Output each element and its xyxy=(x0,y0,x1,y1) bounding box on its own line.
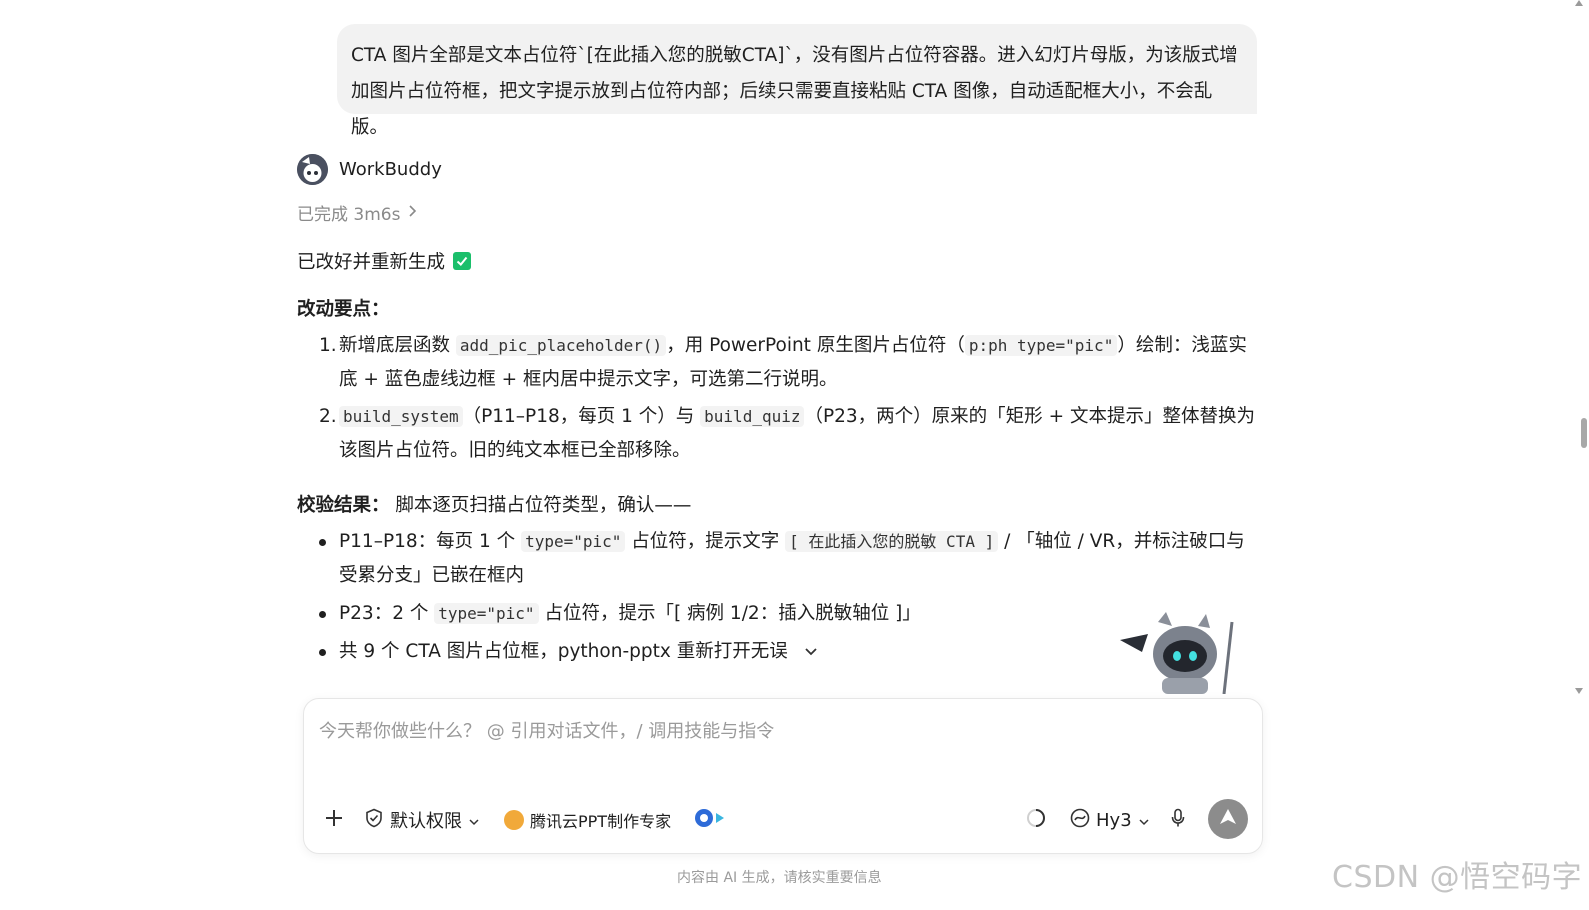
shield-check-icon xyxy=(364,808,384,833)
send-arrow-icon xyxy=(1218,807,1238,832)
agent-icon xyxy=(694,807,728,834)
list-item: P23：2 个 type="pic" 占位符，提示「[ 病例 1/2：插入脱敏轴… xyxy=(319,597,1259,631)
expert-avatar-icon xyxy=(504,810,524,830)
mascot-image xyxy=(1120,612,1245,695)
ai-disclaimer: 内容由 AI 生成，请核实重要信息 xyxy=(677,870,882,886)
text-span: （P11–P18，每页 1 个）与 xyxy=(462,406,701,427)
chevron-right-icon xyxy=(408,203,418,223)
list-item: 2. build_system （P11–P18，每页 1 个）与 build_q… xyxy=(319,400,1259,468)
list-number: 2. xyxy=(319,406,337,427)
agent-button[interactable] xyxy=(694,799,728,841)
composer-toolbar: 默认权限 腾讯云PPT制作专家 Hy3 xyxy=(304,799,1262,841)
text-span: P11–P18：每页 1 个 xyxy=(339,531,522,552)
permission-label: 默认权限 xyxy=(390,811,462,832)
user-message-text: CTA 图片全部是文本占位符`[在此插入您的脱敏CTA]`，没有图片占位符容器。… xyxy=(351,45,1238,138)
list-number: 1. xyxy=(319,335,337,356)
list-item: P11–P18：每页 1 个 type="pic" 占位符，提示文字 [ 在此插… xyxy=(319,525,1259,593)
bullet-icon xyxy=(319,597,339,631)
done-text: 已改好并重新生成 xyxy=(297,252,446,273)
scroll-up-arrow[interactable] xyxy=(1575,0,1583,6)
verify-intro: 脚本逐页扫描占位符类型，确认—— xyxy=(395,495,692,516)
assistant-avatar xyxy=(297,154,328,185)
inline-code: build_quiz xyxy=(700,406,805,427)
watermark: CSDN @悟空码字 xyxy=(1332,860,1583,895)
changes-list: 1. 新增底层函数 add_pic_placeholder() ，用 PowerP… xyxy=(319,329,1259,471)
add-attachment-button[interactable] xyxy=(324,799,344,841)
verify-list: P11–P18：每页 1 个 type="pic" 占位符，提示文字 [ 在此插… xyxy=(319,525,1259,673)
assistant-name: WorkBuddy xyxy=(339,159,442,180)
inline-code: p:ph type="pic" xyxy=(964,335,1118,356)
inline-code: add_pic_placeholder() xyxy=(455,335,667,356)
expert-label: 腾讯云PPT制作专家 xyxy=(530,812,672,831)
ppt-expert-button[interactable]: 腾讯云PPT制作专家 xyxy=(504,799,671,841)
permission-dropdown[interactable]: 默认权限 xyxy=(364,799,480,841)
inline-code: build_system xyxy=(339,406,463,427)
microphone-icon xyxy=(1170,808,1186,833)
send-button[interactable] xyxy=(1208,799,1248,839)
voice-input-button[interactable] xyxy=(1170,799,1186,841)
scrollbar-thumb[interactable] xyxy=(1581,418,1587,448)
task-status-toggle[interactable]: 已完成 3m6s xyxy=(297,200,418,225)
changes-heading: 改动要点： xyxy=(297,299,390,320)
chevron-down-icon xyxy=(1138,810,1150,831)
text-span: 占位符，提示「[ 病例 1/2：插入脱敏轴位 ]」 xyxy=(538,603,921,624)
done-message: 已改好并重新生成 xyxy=(297,246,1257,276)
verify-heading: 校验结果： xyxy=(297,495,390,516)
inline-code: type="pic" xyxy=(434,603,539,624)
plus-icon xyxy=(324,805,344,835)
model-logo-icon xyxy=(1070,808,1090,833)
list-item: 1. 新增底层函数 add_pic_placeholder() ，用 PowerP… xyxy=(319,329,1259,397)
text-span: ，用 PowerPoint 原生图片占位符（ xyxy=(666,335,965,356)
model-label: Hy3 xyxy=(1096,809,1132,831)
text-span: P23：2 个 xyxy=(339,603,435,624)
chevron-down-icon[interactable] xyxy=(804,635,818,669)
inline-code: [ 在此插入您的脱敏 CTA ] xyxy=(785,531,999,552)
message-composer[interactable]: 今天帮你做些什么？ @ 引用对话文件，/ 调用技能与指令 默认权限 腾讯云PPT… xyxy=(303,698,1263,854)
loading-indicator xyxy=(1025,799,1047,841)
assistant-header: WorkBuddy xyxy=(297,154,442,185)
user-message-bubble: CTA 图片全部是文本占位符`[在此插入您的脱敏CTA]`，没有图片占位符容器。… xyxy=(337,24,1257,138)
text-span: 占位符，提示文字 xyxy=(625,531,786,552)
chevron-down-icon xyxy=(468,810,480,831)
loading-spinner-icon xyxy=(1025,807,1047,834)
text-span: 新增底层函数 xyxy=(339,335,456,356)
checkbox-checked-icon xyxy=(453,252,472,270)
text-span: 共 9 个 CTA 图片占位框，python-pptx 重新打开无误 xyxy=(339,641,788,662)
model-selector[interactable]: Hy3 xyxy=(1070,799,1150,841)
message-input[interactable]: 今天帮你做些什么？ @ 引用对话文件，/ 调用技能与指令 xyxy=(319,717,774,743)
inline-code: type="pic" xyxy=(521,531,626,552)
bullet-icon xyxy=(319,525,339,593)
list-item: 共 9 个 CTA 图片占位框，python-pptx 重新打开无误 xyxy=(319,635,1259,669)
scroll-down-arrow[interactable] xyxy=(1575,688,1583,694)
task-status-text: 已完成 3m6s xyxy=(297,205,401,225)
verify-heading-line: 校验结果： 脚本逐页扫描占位符类型，确认—— xyxy=(297,492,1257,520)
bullet-icon xyxy=(319,635,339,669)
